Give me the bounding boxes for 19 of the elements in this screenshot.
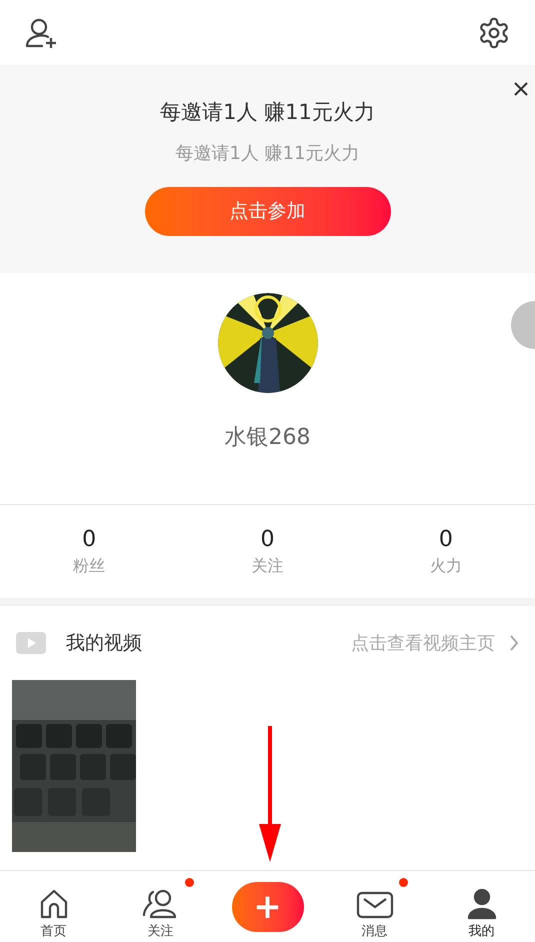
mail-icon	[356, 890, 394, 920]
close-icon[interactable]	[513, 81, 529, 97]
stat-value: 0	[82, 526, 96, 554]
person-icon	[466, 888, 498, 920]
stat-label: 粉丝	[73, 554, 106, 576]
settings-icon[interactable]	[477, 16, 511, 50]
banner-subtitle: 每邀请1人 赚11元火力	[175, 142, 360, 166]
stat-label: 火力	[430, 554, 462, 576]
nav-tab[interactable]: 关注	[107, 874, 214, 940]
stat-label: 关注	[251, 554, 284, 576]
nav-tab[interactable]: 首页	[0, 874, 107, 940]
stat-value: 0	[438, 526, 453, 554]
username: 水银268	[224, 424, 310, 452]
video-icon	[16, 632, 46, 654]
banner-title: 每邀请1人 赚11元火力	[160, 99, 375, 126]
nav-tab[interactable]: 我的	[428, 874, 535, 940]
stat-value: 0	[260, 526, 274, 554]
nav-tab[interactable]: 消息	[321, 874, 428, 940]
section-title: 我的视频	[66, 630, 142, 656]
